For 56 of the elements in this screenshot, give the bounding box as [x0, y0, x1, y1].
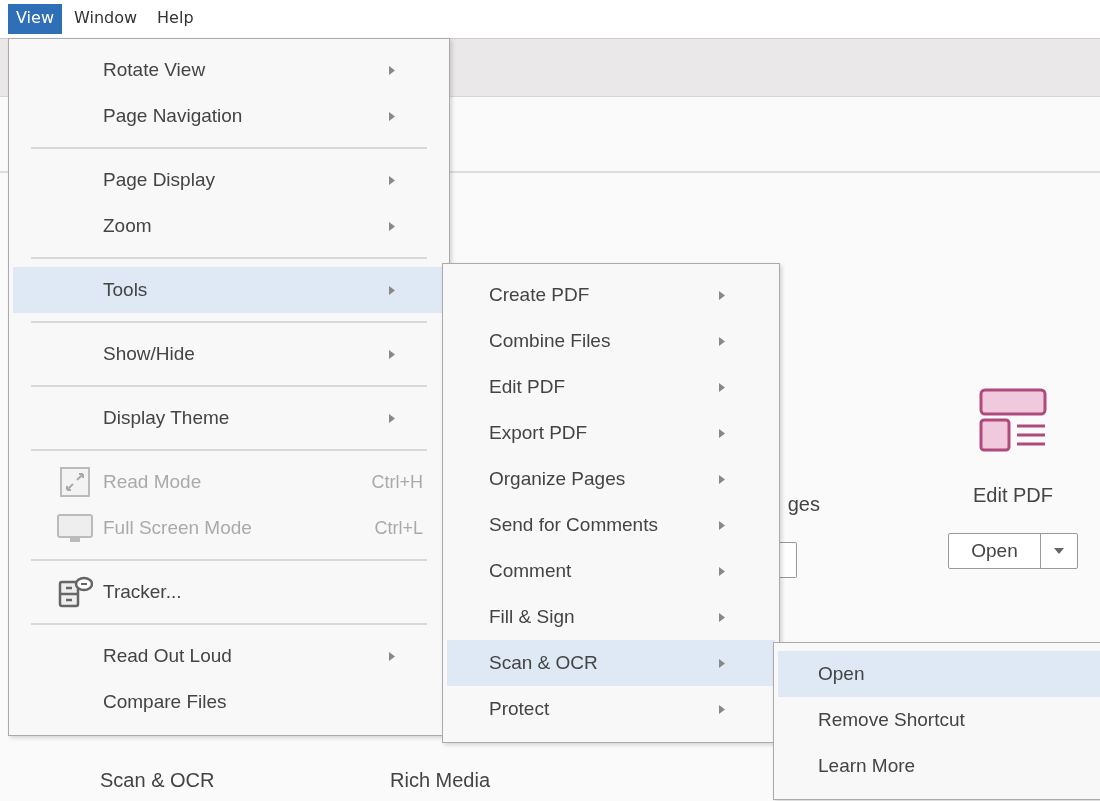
menu-item[interactable]: Fill & Sign	[447, 594, 775, 640]
menu-item[interactable]: Scan & OCR	[447, 640, 775, 686]
menu-item[interactable]: Learn More	[778, 743, 1100, 789]
submenu-arrow-icon	[389, 221, 395, 231]
shortcut-text: Ctrl+H	[371, 471, 423, 493]
open-button[interactable]	[780, 542, 797, 578]
submenu-arrow-icon	[719, 290, 725, 300]
menu-bar-item[interactable]: Help	[149, 4, 202, 34]
menu-item[interactable]: Combine Files	[447, 318, 775, 364]
shortcut-text: Ctrl+L	[374, 517, 423, 539]
menu-item[interactable]: Tools	[13, 267, 445, 313]
menu-item[interactable]: Compare Files	[13, 679, 445, 725]
tool-label: Edit PDF	[973, 484, 1053, 507]
caret-icon	[1054, 548, 1064, 554]
submenu-arrow-icon	[389, 111, 395, 121]
submenu-arrow-icon	[389, 413, 395, 423]
submenu-arrow-icon	[389, 651, 395, 661]
tool-label: ges	[787, 493, 820, 516]
menu-item[interactable]: Page Navigation	[13, 93, 445, 139]
menu-item[interactable]: Edit PDF	[447, 364, 775, 410]
submenu-arrow-icon	[389, 285, 395, 295]
menu-item[interactable]: Show/Hide	[13, 331, 445, 377]
submenu-arrow-icon	[719, 566, 725, 576]
submenu-arrow-icon	[719, 428, 725, 438]
monitor-icon	[57, 512, 93, 544]
submenu-arrow-icon	[719, 336, 725, 346]
submenu-arrow-icon	[719, 658, 725, 668]
menu-bar-item[interactable]: Window	[65, 4, 146, 34]
menu-bar-item[interactable]: View	[8, 4, 62, 34]
menu-item[interactable]: Remove Shortcut	[778, 697, 1100, 743]
menu-item[interactable]: Rotate View	[13, 47, 445, 93]
tool-name[interactable]: Rich Media	[390, 769, 680, 801]
menu-item[interactable]: Zoom	[13, 203, 445, 249]
menu-item[interactable]: Export PDF	[447, 410, 775, 456]
submenu-arrow-icon	[389, 349, 395, 359]
menu-item[interactable]: Create PDF	[447, 272, 775, 318]
tracker-icon	[57, 576, 93, 608]
menu-item[interactable]: Send for Comments	[447, 502, 775, 548]
submenu-arrow-icon	[719, 520, 725, 530]
menu-item[interactable]: Comment	[447, 548, 775, 594]
submenu-arrow-icon	[719, 704, 725, 714]
menu-item[interactable]: Display Theme	[13, 395, 445, 441]
menu-item[interactable]: Read Out Loud	[13, 633, 445, 679]
menu-item[interactable]: Open	[778, 651, 1100, 697]
submenu-arrow-icon	[389, 175, 395, 185]
menu-item[interactable]: Page Display	[13, 157, 445, 203]
submenu-arrow-icon	[719, 382, 725, 392]
submenu-arrow-icon	[389, 65, 395, 75]
submenu-arrow-icon	[719, 474, 725, 484]
menu-item[interactable]: Tracker...	[13, 569, 445, 615]
submenu-arrow-icon	[719, 612, 725, 622]
menu-item[interactable]: Organize Pages	[447, 456, 775, 502]
menu-item[interactable]: Protect	[447, 686, 775, 732]
tool-name[interactable]: Scan & OCR	[100, 769, 390, 801]
edit-pdf-icon	[979, 388, 1047, 454]
expand-icon	[57, 466, 93, 498]
